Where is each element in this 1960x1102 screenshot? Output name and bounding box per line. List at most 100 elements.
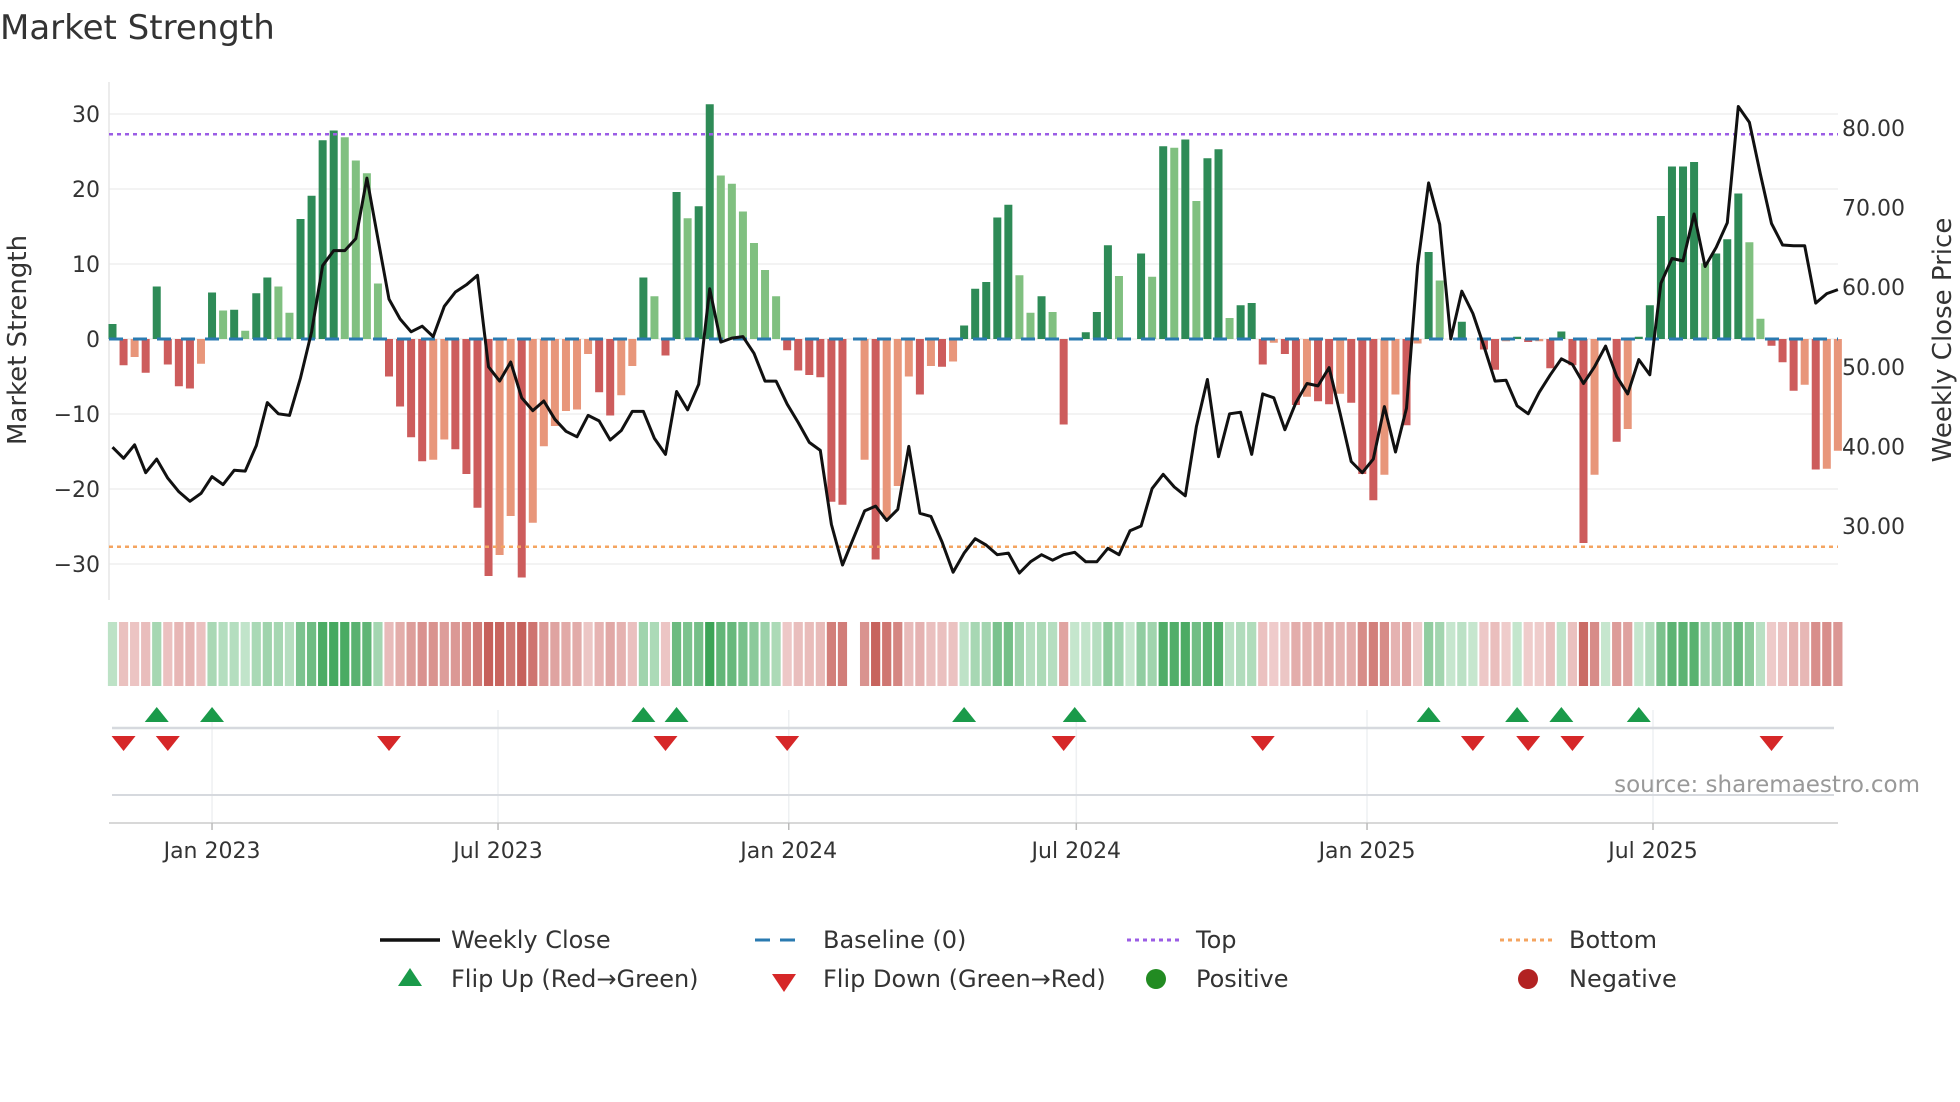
strength-bar <box>1059 339 1068 425</box>
strength-bar <box>1391 339 1400 395</box>
heat-cell <box>992 622 1002 686</box>
strength-heat-strip <box>107 622 1843 686</box>
heat-cell <box>472 622 483 686</box>
strength-bar <box>208 292 217 339</box>
heat-cell <box>782 622 792 686</box>
legend-label: Negative <box>1569 965 1677 993</box>
flip-up-marker <box>664 707 689 722</box>
heat-cell <box>1070 622 1080 686</box>
strength-bar <box>639 277 648 339</box>
strength-bar <box>429 339 438 460</box>
flip-up-marker <box>1549 707 1574 722</box>
y-tick-label: 0 <box>86 328 100 353</box>
strength-bar <box>1225 318 1234 339</box>
heat-cell <box>295 622 306 686</box>
strength-bar <box>904 339 913 377</box>
heat-cell <box>351 622 361 686</box>
y2-tick-label: 50.00 <box>1842 356 1905 381</box>
strength-bar <box>1015 275 1024 339</box>
legend-weekly-close[interactable]: Weekly Close <box>380 926 611 954</box>
strength-bar <box>1491 339 1499 370</box>
x-tick-label: Jan 2024 <box>738 839 837 864</box>
heat-cell <box>716 622 726 686</box>
heat-cell <box>329 622 339 686</box>
x-axis-ticks: Jan 2023 Jul 2023 Jan 2024 Jul 2024 Jan 2025… <box>162 823 1698 864</box>
strength-bar <box>561 339 570 411</box>
heat-cell <box>284 622 295 686</box>
strength-bar <box>1734 193 1743 339</box>
strength-bar <box>1236 305 1245 339</box>
heat-cell <box>837 622 848 686</box>
heat-cell <box>1059 622 1069 686</box>
strength-bar <box>274 286 283 339</box>
heat-cell <box>1092 622 1102 686</box>
heat-cell <box>229 622 239 686</box>
strength-bar <box>650 296 659 339</box>
heat-cell <box>1302 622 1312 686</box>
y-tick-label: −20 <box>54 478 100 503</box>
y-tick-label: −10 <box>54 403 100 428</box>
legend-bottom[interactable]: Bottom <box>1500 926 1657 954</box>
heat-cell <box>107 622 118 686</box>
legend-positive[interactable]: Positive <box>1146 965 1289 993</box>
flip-down-marker <box>1460 736 1485 751</box>
heat-cell <box>683 622 693 686</box>
flip-down-marker <box>1051 736 1076 751</box>
heat-cell <box>461 622 472 686</box>
triangle-up-icon <box>398 968 422 986</box>
heat-cell <box>428 622 438 686</box>
heat-cell <box>605 622 615 686</box>
strength-bar <box>1690 162 1699 339</box>
heat-cell <box>517 622 527 686</box>
flip-up-marker <box>200 707 225 722</box>
heat-cell <box>904 622 914 686</box>
strength-bar <box>528 339 537 523</box>
strength-bar <box>108 324 117 339</box>
heat-cell <box>1501 622 1511 686</box>
heat-cell <box>1755 622 1766 686</box>
heat-cell <box>207 622 217 686</box>
strength-bar <box>1424 252 1433 339</box>
heat-cell <box>483 622 494 686</box>
heat-cell <box>1114 622 1124 686</box>
strength-bar <box>1048 312 1057 339</box>
legend-negative[interactable]: Negative <box>1518 965 1677 993</box>
legend-baseline[interactable]: Baseline (0) <box>755 926 966 954</box>
legend-flip-up[interactable]: Flip Up (Red→Green) <box>398 965 699 993</box>
strength-bar <box>1280 339 1289 354</box>
heat-cell <box>616 622 626 686</box>
strength-bar <box>407 339 416 438</box>
heat-cell <box>572 622 582 686</box>
strength-bar <box>1214 149 1223 339</box>
legend-top[interactable]: Top <box>1127 926 1237 954</box>
right-axis-title: Weekly Close Price <box>1928 218 1958 463</box>
strength-bar <box>727 183 736 339</box>
heat-cell <box>1589 622 1600 686</box>
heat-cell <box>893 622 903 686</box>
legend-flip-down[interactable]: Flip Down (Green→Red) <box>772 965 1106 993</box>
legend-label: Top <box>1195 926 1237 954</box>
strength-bar <box>860 339 869 460</box>
heat-cell <box>439 622 449 686</box>
flip-down-marker <box>1516 736 1541 751</box>
heat-cell <box>1545 622 1555 686</box>
strength-bar <box>772 296 781 339</box>
strength-bar <box>385 339 393 377</box>
heat-cell <box>185 622 195 686</box>
heat-cell <box>1014 622 1025 686</box>
strength-bar <box>318 140 327 339</box>
heat-cell <box>373 622 383 686</box>
heat-cell <box>306 622 317 686</box>
y-tick-label: 10 <box>72 253 100 278</box>
heat-cell <box>417 622 427 686</box>
flip-down-marker <box>1250 736 1275 751</box>
heat-cell <box>694 622 704 686</box>
heat-cell <box>760 622 770 686</box>
strength-bar <box>1789 339 1798 391</box>
heat-cell <box>1158 622 1168 686</box>
x-tick-label: Jul 2025 <box>1606 839 1698 864</box>
strength-bar <box>938 339 946 367</box>
heat-cell <box>406 622 416 686</box>
heat-cell <box>318 622 328 686</box>
strength-bar <box>882 339 891 519</box>
